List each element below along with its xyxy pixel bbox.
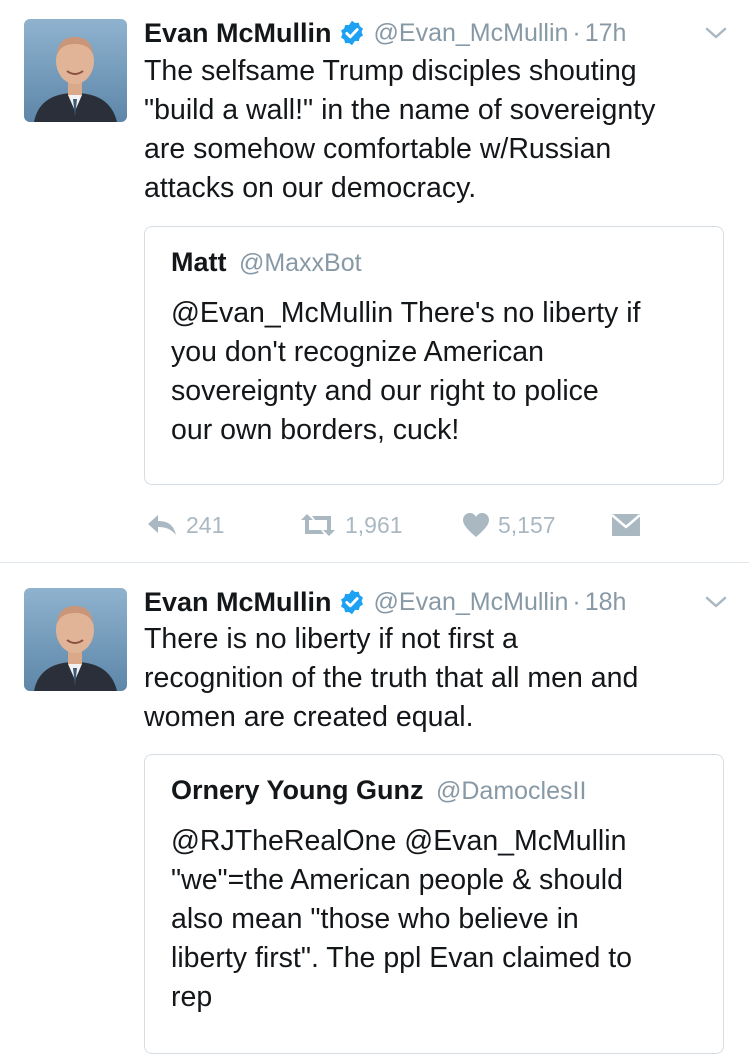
like-button[interactable]: 5,157 [462, 505, 556, 545]
author-handle[interactable]: @Evan_McMullin [374, 19, 569, 48]
direct-message-icon [611, 514, 641, 536]
tweet-timestamp[interactable]: 17h [585, 19, 627, 48]
verified-badge-icon [338, 588, 366, 616]
quoted-author-name: Ornery Young Gunz [171, 775, 424, 805]
quoted-tweet[interactable]: Ornery Young Gunz @DamoclesII @RJTheReal… [144, 754, 724, 1054]
author-name[interactable]: Evan McMullin [144, 18, 332, 49]
separator-dot: · [572, 18, 581, 47]
tweet-header: Evan McMullin @Evan_McMullin · 17h [144, 13, 729, 53]
author-name[interactable]: Evan McMullin [144, 587, 332, 618]
direct-message-button[interactable] [610, 505, 650, 545]
tweet-timestamp[interactable]: 18h [585, 588, 627, 617]
quoted-author-handle: @DamoclesII [435, 777, 587, 805]
avatar[interactable] [24, 588, 127, 691]
like-count: 5,157 [498, 511, 556, 538]
tweet[interactable]: Evan McMullin @Evan_McMullin · 17h The s… [0, 0, 749, 563]
quoted-author-handle: @MaxxBot [238, 249, 362, 277]
quoted-author-name: Matt [171, 247, 227, 277]
avatar[interactable] [24, 19, 127, 122]
reply-icon [148, 515, 176, 535]
chevron-down-icon[interactable] [703, 22, 729, 44]
quoted-tweet-header: Ornery Young Gunz @DamoclesII [171, 775, 586, 806]
reply-count: 241 [186, 511, 225, 538]
quoted-tweet[interactable]: Matt @MaxxBot @Evan_McMullin There's no … [144, 226, 724, 485]
retweet-icon [301, 514, 335, 536]
reply-button[interactable]: 241 [146, 505, 224, 545]
author-handle[interactable]: @Evan_McMullin [374, 588, 569, 617]
quoted-tweet-text: @RJTheRealOne @Evan_McMullin "we"=the Am… [171, 825, 633, 1013]
chevron-down-icon[interactable] [703, 591, 729, 613]
retweet-count: 1,961 [345, 511, 403, 538]
tweet-text: The selfsame Trump disciples shouting "b… [144, 55, 656, 204]
tweet-actions: 241 1,961 5,157 [144, 505, 664, 545]
like-icon [463, 513, 489, 537]
quoted-tweet-text: @Evan_McMullin There's no liberty if you… [171, 297, 641, 446]
tweet-header: Evan McMullin @Evan_McMullin · 18h [144, 582, 729, 622]
quoted-tweet-header: Matt @MaxxBot [171, 247, 362, 278]
tweet-text: There is no liberty if not first a recog… [144, 623, 639, 733]
separator-dot: · [572, 587, 581, 616]
retweet-button[interactable]: 1,961 [299, 505, 403, 545]
verified-badge-icon [338, 19, 366, 47]
